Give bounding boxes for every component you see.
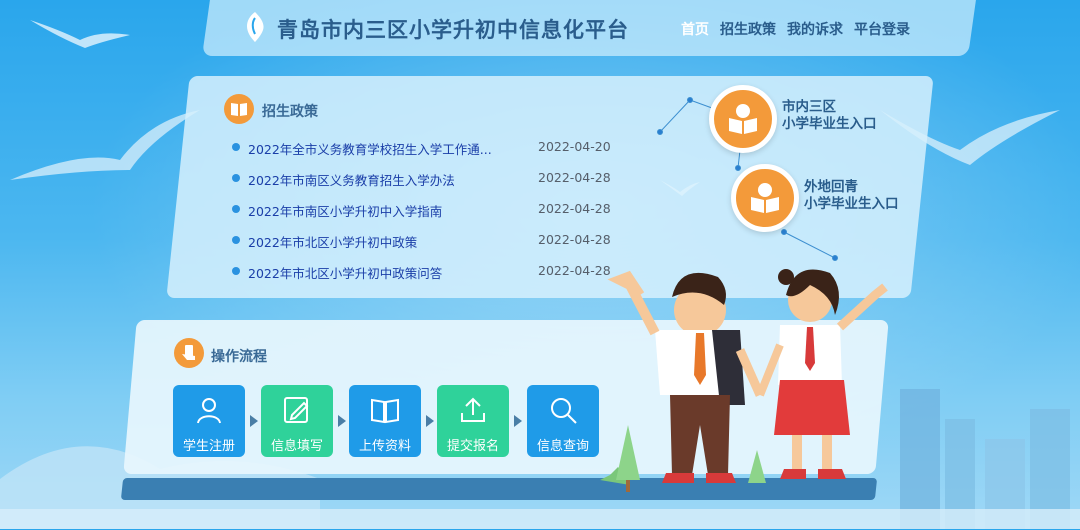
upload-icon (461, 397, 485, 422)
entrance-line2: 小学毕业生入口 (782, 116, 877, 132)
edit-icon (284, 397, 309, 423)
nonlocal-entrance-label[interactable]: 外地回青 小学毕业生入口 (804, 179, 899, 213)
step-query[interactable]: 信息查询 (527, 385, 599, 457)
entrance-line2: 小学毕业生入口 (804, 196, 899, 212)
search-icon (551, 398, 577, 424)
arrow-right-icon (338, 415, 346, 427)
nonlocal-entrance-button[interactable] (731, 164, 799, 232)
arrow-right-icon (250, 415, 258, 427)
step-submit[interactable]: 提交报名 (437, 385, 509, 457)
step-label: 信息查询 (536, 439, 589, 454)
hand-phone-icon (174, 338, 204, 368)
students-illustration (600, 269, 888, 492)
entrance-line1: 外地回青 (804, 179, 858, 195)
arrow-right-icon (426, 415, 434, 427)
user-icon (197, 398, 221, 424)
step-label: 信息填写 (270, 439, 323, 454)
step-label: 学生注册 (182, 439, 235, 454)
arrow-right-icon (514, 415, 522, 427)
step-register[interactable]: 学生注册 (173, 385, 245, 457)
student-reading-icon (751, 183, 779, 213)
local-entrance-button[interactable] (709, 85, 777, 153)
book-open-icon (371, 398, 399, 424)
student-reading-icon (729, 104, 757, 134)
local-entrance-label[interactable]: 市内三区 小学毕业生入口 (782, 99, 877, 133)
step-fill-info[interactable]: 信息填写 (261, 385, 333, 457)
step-upload-docs[interactable]: 上传资料 (349, 385, 421, 457)
entrance-line1: 市内三区 (782, 99, 836, 115)
step-label: 上传资料 (358, 439, 411, 454)
step-label: 提交报名 (446, 439, 499, 454)
process-section-title: 操作流程 (211, 349, 267, 365)
